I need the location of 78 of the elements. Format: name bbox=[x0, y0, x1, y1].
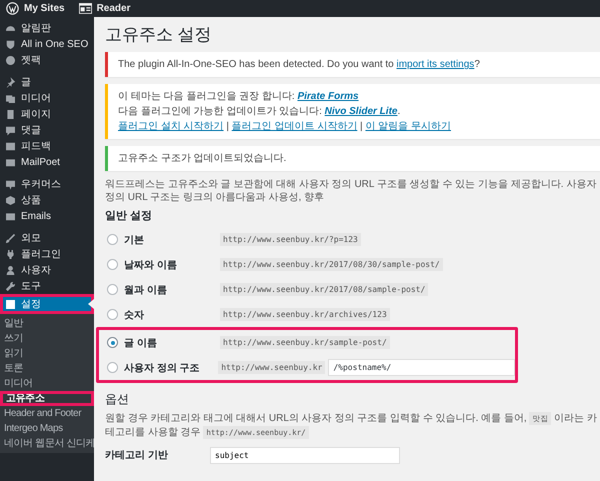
notice-text: 고유주소 구조가 업데이트되었습니다. bbox=[118, 152, 288, 165]
option-label: 날짜와 이름 bbox=[124, 258, 178, 272]
section-heading: 옵션 bbox=[105, 391, 130, 408]
cube-icon bbox=[5, 194, 16, 206]
url-example: http://www.seenbuy.kr/?p=123 bbox=[220, 233, 361, 246]
url-example: http://www.seenbuy.kr/archives/123 bbox=[220, 308, 390, 321]
description-text: 워드프레스는 고유주소와 글 보관함에 대해 사용자 정의 URL 구조를 생성할 수 있는 기능을 제공합니다. 사용자 정의 URL 구조는 링크의 아름다움과 사용성, 향후 bbox=[105, 178, 598, 204]
sidebar-item[interactable]: 사용자 bbox=[0, 262, 94, 278]
pin-icon bbox=[5, 76, 16, 88]
wrench-icon bbox=[5, 280, 16, 292]
link[interactable]: import its settings bbox=[396, 59, 474, 70]
sidebar-item[interactable]: 설정 bbox=[0, 294, 94, 314]
sidebar-item[interactable]: All in One SEO bbox=[0, 36, 94, 52]
plug-icon bbox=[5, 248, 16, 260]
custom-structure-input[interactable]: /%postname%/ bbox=[328, 359, 515, 376]
url-prefix: http://www.seenbuy.kr bbox=[218, 361, 326, 374]
link[interactable]: 플러그인 설치 시작하기 bbox=[118, 121, 224, 132]
sidebar-item[interactable]: MailPoet bbox=[0, 154, 94, 170]
radio-button[interactable] bbox=[107, 309, 118, 320]
submenu-item[interactable]: 미디어 bbox=[0, 376, 94, 391]
radio-button[interactable] bbox=[107, 284, 118, 295]
link[interactable]: Pirate Forms bbox=[297, 91, 359, 102]
shield-icon bbox=[5, 38, 16, 50]
url-example: http://www.seenbuy.kr/2017/08/30/sample-post/ bbox=[220, 258, 443, 271]
radio-button[interactable] bbox=[107, 337, 118, 348]
sidebar-item[interactable]: 피드백 bbox=[0, 138, 94, 154]
circle-icon bbox=[5, 54, 16, 66]
sidebar-item[interactable]: 상품 bbox=[0, 192, 94, 208]
submenu-item[interactable]: Intergeo Maps bbox=[0, 421, 94, 436]
field-label: 카테고리 기반 bbox=[105, 449, 169, 462]
sidebar-item[interactable]: 글 bbox=[0, 74, 94, 90]
media-icon bbox=[5, 92, 16, 104]
sidebar-item[interactable]: 플러그인 bbox=[0, 246, 94, 262]
link[interactable]: 플러그인 업데이트 시작하기 bbox=[232, 121, 358, 132]
submenu-item[interactable]: 토론 bbox=[0, 361, 94, 376]
comment-icon bbox=[5, 124, 16, 136]
sidebar-item[interactable]: 미디어 bbox=[0, 90, 94, 106]
section-heading: 일반 설정 bbox=[105, 209, 154, 223]
option-label: 기본 bbox=[124, 234, 145, 246]
sidebar-item[interactable]: 우커머스 bbox=[0, 176, 94, 192]
notice-text: 이 테마는 다음 플러그인을 권장 합니다: Pirate Forms bbox=[118, 90, 360, 103]
sidebar-item[interactable]: 도구 bbox=[0, 278, 94, 294]
link[interactable]: Nivo Slider Lite bbox=[324, 106, 398, 117]
submenu-item[interactable]: Header and Footer bbox=[0, 406, 94, 421]
admin-bar-link[interactable]: My Sites bbox=[6, 2, 65, 15]
sidebar-item[interactable]: Emails bbox=[0, 208, 94, 224]
radio-button[interactable] bbox=[107, 362, 118, 373]
reader-icon bbox=[78, 3, 92, 14]
sidebar-item[interactable]: 젯팩 bbox=[0, 52, 94, 68]
sidebar-item[interactable]: 댓글 bbox=[0, 122, 94, 138]
radio-button[interactable] bbox=[107, 234, 118, 245]
option-label: 글 이름 bbox=[124, 336, 158, 350]
option-label: 숫자 bbox=[124, 308, 145, 322]
submenu-item[interactable]: 고유주소 bbox=[0, 391, 94, 406]
submenu-item[interactable]: 쓰기 bbox=[0, 331, 94, 346]
sidebar-item[interactable]: 페이지 bbox=[0, 106, 94, 122]
current-pointer-icon bbox=[88, 299, 94, 309]
wordpress-logo-icon bbox=[6, 2, 19, 15]
option-label: 사용자 정의 구조 bbox=[124, 362, 201, 374]
page-icon bbox=[5, 108, 16, 120]
notice-text: The plugin All-In-One-SEO has been detected. Do you want to import its settings? bbox=[118, 58, 481, 71]
page-title: 고유주소 설정 bbox=[105, 24, 213, 46]
notice-text: 다음 플러그인에 가능한 업데이트가 있습니다: Nivo Slider Lite. bbox=[118, 105, 402, 118]
sidebar-item[interactable]: 알림판 bbox=[0, 20, 94, 36]
submenu-item[interactable]: 읽기 bbox=[0, 346, 94, 361]
category-base-input[interactable]: subject bbox=[210, 446, 400, 464]
radio-button[interactable] bbox=[107, 259, 118, 270]
link[interactable]: 이 알림을 무시하기 bbox=[365, 121, 451, 132]
sidebar-item[interactable]: 외모 bbox=[0, 230, 94, 246]
admin-bar-link[interactable]: Reader bbox=[78, 3, 130, 14]
option-label: 월과 이름 bbox=[124, 284, 168, 296]
submenu-item[interactable]: 네이버 웹문서 신디케 bbox=[0, 436, 94, 451]
brush-icon bbox=[5, 232, 16, 244]
url-example: http://www.seenbuy.kr/sample-post/ bbox=[220, 336, 390, 349]
url-example: http://www.seenbuy.kr/2017/08/sample-post/ bbox=[220, 283, 428, 296]
user-icon bbox=[5, 264, 16, 276]
submenu-item[interactable]: 일반 bbox=[0, 316, 94, 331]
notice-text: 플러그인 설치 시작하기 | 플러그인 업데이트 시작하기 | 이 알림을 무시하기 bbox=[118, 120, 452, 133]
